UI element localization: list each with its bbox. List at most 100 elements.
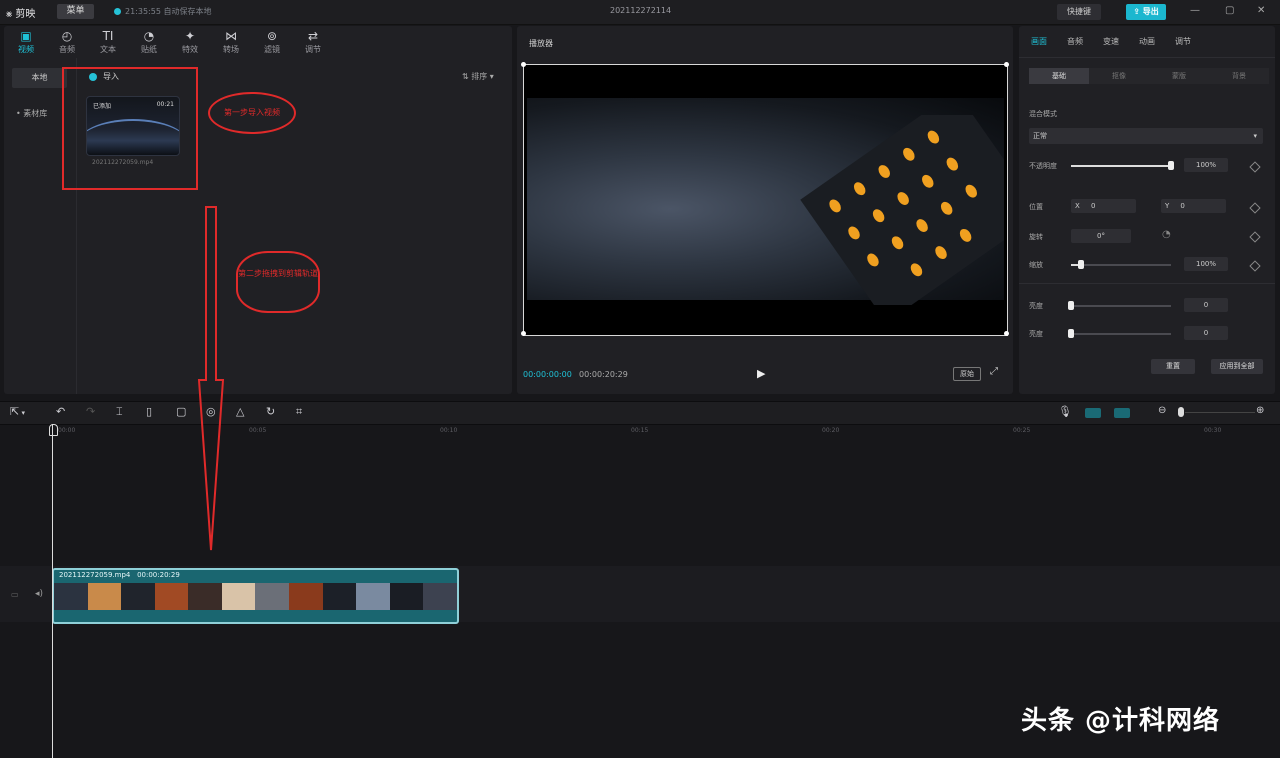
- select-tool-icon[interactable]: ⇱ ▾: [10, 405, 25, 418]
- timeline-ruler[interactable]: 00:00 00:05 00:10 00:15 00:20 00:25 00:30: [0, 424, 1280, 438]
- ratio-button[interactable]: 原始: [953, 367, 981, 381]
- rotate-icon[interactable]: ↻: [266, 405, 275, 418]
- keyframe-icon[interactable]: [1249, 260, 1261, 272]
- link-toggle[interactable]: [1114, 408, 1130, 418]
- delete-icon[interactable]: ▯: [146, 405, 152, 418]
- tab-picture[interactable]: 画面: [1031, 36, 1047, 47]
- pos-y-field[interactable]: Y 0: [1161, 199, 1226, 213]
- playhead[interactable]: [52, 424, 53, 758]
- tab-animation[interactable]: 动画: [1139, 36, 1155, 47]
- app-name: 剪映: [15, 9, 36, 20]
- zoom-slider[interactable]: [1185, 412, 1255, 413]
- tool-audio[interactable]: ◴ 音频: [53, 29, 81, 55]
- pos-x-field[interactable]: X 0: [1071, 199, 1136, 213]
- export-icon: ⇪: [1133, 7, 1140, 16]
- clip-frame: [188, 583, 222, 610]
- freeze-icon[interactable]: ▢: [176, 405, 186, 418]
- undo-icon[interactable]: ↶: [56, 405, 65, 418]
- track-lock-icon[interactable]: ▭: [11, 590, 19, 599]
- apply-all-button[interactable]: 应用到全部: [1211, 359, 1263, 374]
- maximize-icon[interactable]: ▢: [1225, 5, 1234, 16]
- snap-toggle[interactable]: [1085, 408, 1101, 418]
- contrast-field[interactable]: 0: [1184, 326, 1228, 340]
- export-button[interactable]: ⇪ 导出: [1126, 4, 1166, 20]
- blend-select[interactable]: 正常 ▾: [1029, 128, 1263, 144]
- tool-filter[interactable]: ⊚ 滤镜: [258, 29, 286, 55]
- scale-slider[interactable]: [1071, 264, 1171, 266]
- reset-button[interactable]: 重置: [1151, 359, 1195, 374]
- scale-label: 缩放: [1029, 261, 1043, 269]
- tool-adjust[interactable]: ⇄ 调节: [299, 29, 327, 55]
- tool-label: 文本: [100, 45, 116, 54]
- redo-icon[interactable]: ↷: [86, 405, 95, 418]
- tool-text[interactable]: TI 文本: [94, 29, 122, 55]
- keyframe-icon[interactable]: [1249, 161, 1261, 173]
- rotate-dial-icon[interactable]: ◔: [1162, 229, 1171, 240]
- rotate-field[interactable]: 0°: [1071, 229, 1131, 243]
- subtab-basic[interactable]: 基础: [1029, 68, 1089, 84]
- effects-icon: ✦: [184, 29, 196, 43]
- resize-handle[interactable]: [521, 331, 526, 336]
- minimize-icon[interactable]: —: [1190, 5, 1200, 16]
- highlight-box: [62, 67, 198, 190]
- scale-knob[interactable]: [1078, 260, 1084, 269]
- ruler-tick: 00:10: [440, 427, 458, 434]
- clip-frame: [423, 583, 457, 610]
- tool-effects[interactable]: ✦ 特效: [176, 29, 204, 55]
- crop-icon[interactable]: ⌗: [296, 405, 302, 419]
- annotation-step2: 第二步拖拽到剪辑轨道: [236, 251, 320, 313]
- keyframe-icon[interactable]: [1249, 202, 1261, 214]
- close-icon[interactable]: ✕: [1257, 5, 1265, 16]
- opacity-field[interactable]: 100%: [1184, 158, 1228, 172]
- tool-transition[interactable]: ⋈ 转场: [217, 29, 245, 55]
- zoom-in-icon[interactable]: ⊕: [1256, 405, 1264, 416]
- sidebar-item-local[interactable]: 本地: [12, 68, 67, 88]
- playhead-handle[interactable]: [49, 424, 58, 436]
- resize-handle[interactable]: [1004, 62, 1009, 67]
- tab-audio[interactable]: 音频: [1067, 36, 1083, 47]
- ruler-tick: 00:25: [1013, 427, 1031, 434]
- annotation-step1: 第一步导入视频: [208, 92, 296, 134]
- subtab-background[interactable]: 背景: [1209, 68, 1269, 84]
- clip-frame: [356, 583, 390, 610]
- shortcuts-button[interactable]: 快捷键: [1057, 4, 1101, 20]
- zoom-out-icon[interactable]: ⊖: [1158, 405, 1166, 416]
- opacity-slider[interactable]: [1071, 165, 1171, 167]
- project-title: 202112272114: [610, 6, 672, 15]
- contrast-slider[interactable]: [1071, 333, 1171, 335]
- tool-video[interactable]: ▣ 视频: [12, 29, 40, 55]
- tool-sticker[interactable]: ◔ 贴纸: [135, 29, 163, 55]
- resize-handle[interactable]: [1004, 331, 1009, 336]
- tab-adjust[interactable]: 调节: [1175, 36, 1191, 47]
- play-icon[interactable]: ▶: [757, 367, 765, 380]
- scale-field[interactable]: 100%: [1184, 257, 1228, 271]
- title-bar: ⨳ 剪映 菜单 21:35:55 自动保存本地 202112272114 快捷键…: [0, 0, 1280, 25]
- transition-icon: ⋈: [225, 29, 237, 43]
- menu-button[interactable]: 菜单: [57, 4, 94, 19]
- sidebar-item-library[interactable]: • 素材库: [16, 108, 47, 119]
- brightness-slider[interactable]: [1071, 305, 1171, 307]
- split-icon[interactable]: ⌶: [116, 405, 123, 419]
- fullscreen-icon[interactable]: ⤢: [990, 366, 998, 377]
- brightness-field[interactable]: 0: [1184, 298, 1228, 312]
- sort-label: 排序: [471, 72, 488, 81]
- subtab-matting[interactable]: 抠像: [1089, 68, 1149, 84]
- subtab-mask[interactable]: 蒙版: [1149, 68, 1209, 84]
- contrast-knob[interactable]: [1068, 329, 1074, 338]
- resize-handle[interactable]: [521, 62, 526, 67]
- track-mute-icon[interactable]: ◂): [35, 589, 43, 599]
- video-frame[interactable]: [523, 64, 1008, 336]
- brightness-knob[interactable]: [1068, 301, 1074, 310]
- mirror-icon[interactable]: △: [236, 405, 244, 418]
- video-clip[interactable]: 202112272059.mp4 00:00:20:29: [52, 568, 459, 624]
- tab-speed[interactable]: 变速: [1103, 36, 1119, 47]
- opacity-knob[interactable]: [1168, 161, 1174, 170]
- mic-icon[interactable]: 🎙: [1058, 405, 1072, 418]
- tool-label: 滤镜: [264, 45, 280, 54]
- sort-icon: ⇅: [462, 72, 469, 81]
- tool-label: 音频: [59, 45, 75, 54]
- sort-button[interactable]: ⇅ 排序 ▾: [462, 71, 494, 82]
- keyframe-icon[interactable]: [1249, 231, 1261, 243]
- zoom-knob[interactable]: [1178, 407, 1184, 417]
- brightness-label: 亮度: [1029, 302, 1043, 310]
